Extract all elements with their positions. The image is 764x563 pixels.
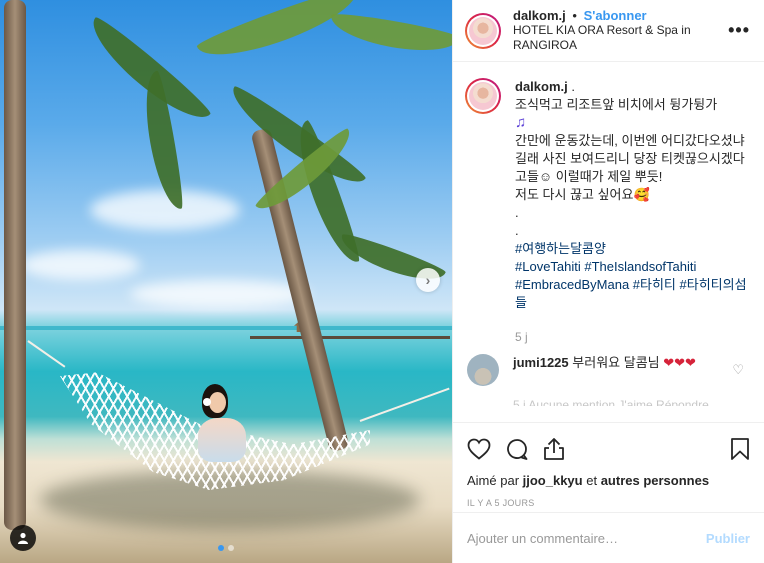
comment-item: jumi1225 부러워요 달콤님 ❤❤❤ ♡ [465, 354, 748, 386]
comment-input[interactable] [467, 530, 706, 546]
caption: dalkom.j . 조식먹고 리조트앞 비치에서 뒹가뒹가 ♫ 간만에 운동갔… [465, 78, 748, 346]
follow-button[interactable]: S'abonner [584, 8, 647, 23]
hashtag-line-1[interactable]: #여행하는달콤양 [515, 240, 748, 258]
hashtag-line-3[interactable]: #EmbracedByMana #타히티 #타히티의섬들 [515, 276, 748, 312]
horizon [0, 326, 452, 330]
hammock-rope [27, 340, 66, 368]
pier [250, 336, 450, 339]
commenter-username[interactable]: jumi1225 [513, 355, 569, 370]
cloud [90, 190, 240, 230]
user-icon [18, 532, 28, 544]
post-header: dalkom.j • S'abonner HOTEL KIA ORA Resor… [453, 0, 764, 62]
add-comment-bar: Publier [453, 512, 764, 563]
comment-like-heart-icon[interactable]: ♡ [732, 362, 744, 378]
post-side-panel: dalkom.j • S'abonner HOTEL KIA ORA Resor… [452, 0, 764, 563]
like-heart-icon[interactable] [467, 438, 491, 460]
caption-username-suffix: . [567, 79, 575, 94]
palm-frond [327, 10, 452, 59]
comment-hearts: ❤❤❤ [663, 355, 696, 370]
person-body [198, 418, 246, 462]
author-username[interactable]: dalkom.j [513, 8, 566, 23]
hair-flower [203, 398, 211, 406]
caption-avatar[interactable] [465, 78, 501, 114]
liked-by-user[interactable]: jjoo_kkyu [523, 473, 583, 488]
person-face [209, 392, 226, 413]
separator-dot: • [572, 8, 577, 23]
caption-time[interactable]: 5 j [515, 328, 748, 346]
more-options-icon[interactable]: ••• [728, 20, 750, 41]
author-avatar[interactable] [465, 12, 501, 49]
carousel-dot-2 [228, 545, 234, 551]
palm-frond [194, 0, 365, 70]
caption-username[interactable]: dalkom.j [515, 79, 568, 94]
hammock-rope [359, 387, 450, 422]
music-note-icon: ♫ [515, 114, 527, 131]
hashtag-line-2[interactable]: #LoveTahiti #TheIslandsofTahiti [515, 258, 748, 276]
cloud [20, 250, 140, 280]
liked-by-prefix: Aimé par [467, 473, 523, 488]
caption-line-4: . [515, 205, 519, 220]
comment-meta-faded: 5 j Aucune mention J'aime Répondre [513, 398, 709, 406]
caption-author: dalkom.j . [515, 79, 575, 94]
carousel-indicator [0, 545, 452, 551]
commenter-avatar[interactable] [467, 354, 499, 386]
post-actions: Aimé par jjoo_kkyu et autres personnes I… [453, 422, 764, 508]
liked-by-suffix: et [582, 473, 601, 488]
caption-line-2: 간만에 운동갔는데, 이번엔 어디갔다오셨냐길래 사진 보여드리니 당장 티켓끊… [515, 133, 745, 184]
cloud [130, 280, 310, 308]
chevron-right-icon: › [425, 272, 431, 288]
share-icon[interactable] [543, 437, 565, 461]
location-link[interactable]: HOTEL KIA ORA Resort & Spa in RANGIROA [513, 23, 752, 53]
publish-button[interactable]: Publier [706, 531, 750, 546]
next-photo-button[interactable]: › [416, 268, 440, 292]
caption-line-5: . [515, 223, 519, 238]
palm-trunk-left [4, 0, 26, 530]
comment-text: 부러워요 달콤님 [572, 355, 660, 370]
liked-by-others[interactable]: autres personnes [601, 473, 709, 488]
tagged-users-button[interactable] [10, 525, 36, 551]
comments-list[interactable]: dalkom.j . 조식먹고 리조트앞 비치에서 뒹가뒹가 ♫ 간만에 운동갔… [453, 62, 764, 422]
post-time[interactable]: IL Y A 5 JOURS [467, 498, 750, 508]
comment-bubble-icon[interactable] [505, 437, 529, 461]
post-photo[interactable]: › [0, 0, 452, 563]
caption-line-1: 조식먹고 리조트앞 비치에서 뒹가뒹가 [515, 97, 718, 112]
carousel-dot-1 [218, 545, 224, 551]
caption-line-3: 저도 다시 끊고 싶어요🥰 [515, 187, 650, 202]
likes-summary: Aimé par jjoo_kkyu et autres personnes [467, 473, 750, 488]
bookmark-icon[interactable] [730, 437, 750, 461]
